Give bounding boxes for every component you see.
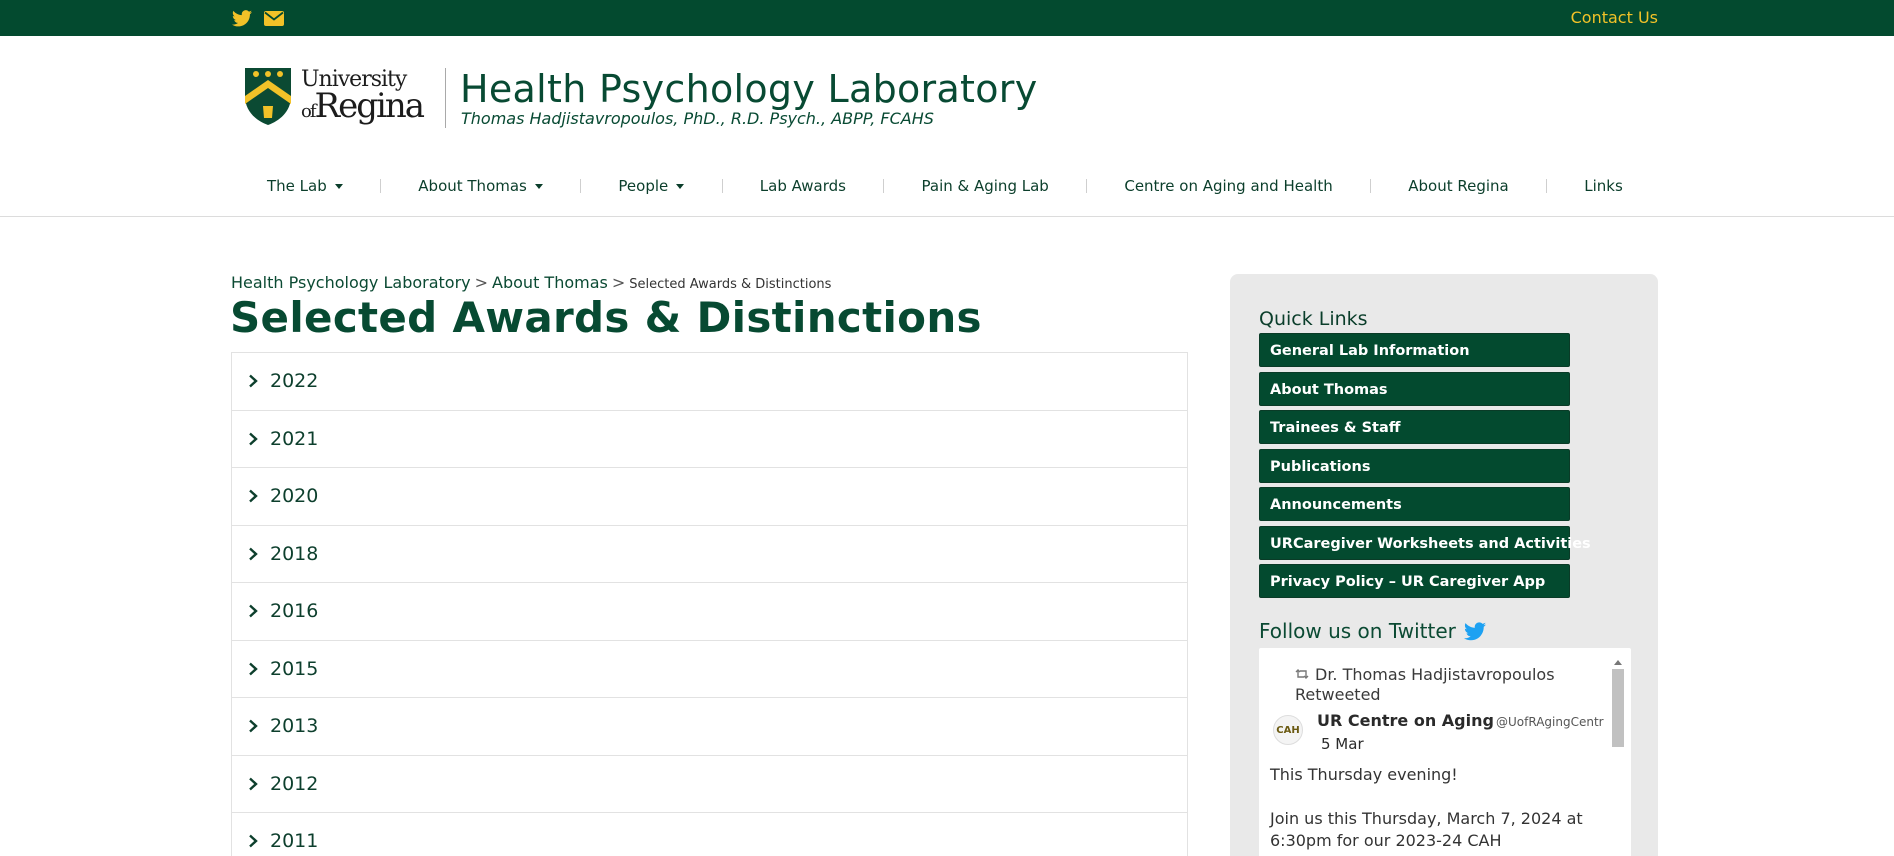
breadcrumb-separator: > (474, 273, 489, 292)
accordion-year-label: 2021 (270, 427, 319, 450)
nav-separator (1546, 179, 1547, 193)
header-border (0, 216, 1894, 217)
tweet-text-line: Join us this Thursday, March 7, 2024 at … (1270, 809, 1583, 850)
awards-accordion: 2022 2021 2020 2018 2016 2015 2013 2012 2011 (231, 352, 1188, 856)
twitter-heading: Follow us on Twitter (1259, 619, 1486, 643)
chevron-right-icon (246, 489, 260, 503)
tweet-text-line: This Thursday evening! (1270, 765, 1458, 784)
university-logo[interactable]: University ofRegina (243, 66, 425, 126)
twitter-timeline-widget[interactable]: Dr. Thomas Hadjistavropoulos Retweeted C… (1259, 648, 1631, 856)
quick-link-button[interactable]: Privacy Policy – UR Caregiver App (1259, 564, 1570, 598)
quick-link-button[interactable]: About Thomas (1259, 371, 1570, 406)
accordion-year-label: 2018 (270, 542, 319, 565)
main-nav: The Lab About Thomas People Lab Awards P… (231, 166, 1659, 206)
tweet-text: This Thursday evening! Join us this Thur… (1270, 764, 1610, 852)
accordion-year-label: 2012 (270, 772, 319, 795)
breadcrumb-separator: > (611, 273, 626, 292)
nav-item-pain-aging-lab[interactable]: Pain & Aging Lab (922, 177, 1049, 195)
accordion-year-label: 2015 (270, 657, 319, 680)
scroll-up-icon[interactable] (1614, 660, 1622, 665)
accordion-year-label: 2016 (270, 600, 319, 623)
tweet-author-handle[interactable]: @UofRAgingCentr (1496, 715, 1604, 729)
nav-item-lab-awards[interactable]: Lab Awards (760, 177, 846, 195)
social-icons (231, 7, 285, 29)
site-subtitle: Thomas Hadjistavropoulos, PhD., R.D. Psy… (461, 109, 934, 128)
retweeted-by-text: Dr. Thomas Hadjistavropoulos Retweeted (1295, 665, 1555, 704)
crest-icon (245, 68, 291, 125)
accordion-year-label: 2013 (270, 715, 319, 738)
header-divider (445, 68, 446, 128)
breadcrumb: Health Psychology Laboratory > About Thoma… (231, 273, 831, 292)
quick-link-button[interactable]: Announcements (1259, 487, 1570, 521)
chevron-right-icon (246, 604, 260, 618)
retweet-icon (1295, 665, 1309, 685)
top-bar: Contact Us (0, 0, 1894, 36)
accordion-item-2020[interactable]: 2020 (232, 468, 1187, 526)
caret-down-icon (534, 183, 543, 189)
twitter-bird-icon (1463, 621, 1486, 640)
chevron-right-icon (246, 719, 260, 733)
site-title[interactable]: Health Psychology Laboratory (460, 67, 1038, 111)
nav-separator (1086, 179, 1088, 193)
widget-scrollbar[interactable] (1611, 656, 1625, 856)
nav-item-centre-on-aging[interactable]: Centre on Aging and Health (1124, 177, 1332, 195)
nav-separator (883, 179, 885, 193)
chevron-right-icon (246, 374, 260, 388)
accordion-item-2021[interactable]: 2021 (232, 411, 1187, 468)
accordion-item-2018[interactable]: 2018 (232, 526, 1187, 583)
accordion-item-2016[interactable]: 2016 (232, 583, 1187, 641)
sidebar: Quick Links General Lab Information About… (1230, 274, 1658, 856)
accordion-item-2022[interactable]: 2022 (232, 353, 1187, 411)
scrollbar-thumb[interactable] (1612, 669, 1624, 747)
caret-down-icon (334, 183, 343, 189)
accordion-item-2013[interactable]: 2013 (232, 698, 1187, 756)
retweet-header: Dr. Thomas Hadjistavropoulos Retweeted (1295, 665, 1585, 705)
quick-links-list: General Lab Information About Thomas Train… (1259, 333, 1591, 603)
chevron-right-icon (246, 777, 260, 791)
logo-regina-text: ofRegina (301, 86, 425, 126)
nav-item-about-thomas[interactable]: About Thomas (418, 177, 543, 195)
page-title: Selected Awards & Distinctions (230, 293, 982, 342)
tweet-author-name[interactable]: UR Centre on Aging (1317, 711, 1494, 730)
logo-wordmark: University ofRegina (301, 69, 425, 126)
nav-item-the-lab[interactable]: The Lab (267, 177, 343, 195)
chevron-right-icon (246, 662, 260, 676)
twitter-heading-text: Follow us on Twitter (1259, 619, 1456, 643)
accordion-year-label: 2011 (270, 830, 319, 853)
contact-us-link[interactable]: Contact Us (1571, 8, 1658, 27)
accordion-item-2012[interactable]: 2012 (232, 756, 1187, 813)
chevron-right-icon (246, 547, 260, 561)
breadcrumb-current: Selected Awards & Distinctions (629, 277, 832, 292)
avatar[interactable]: CAH (1273, 715, 1303, 745)
chevron-right-icon (246, 834, 260, 848)
accordion-year-label: 2022 (270, 370, 319, 393)
nav-separator (580, 179, 582, 193)
twitter-icon[interactable] (231, 7, 253, 29)
quick-link-button[interactable]: URCaregiver Worksheets and Activities (1259, 525, 1591, 560)
chevron-right-icon (246, 432, 260, 446)
quick-links-title: Quick Links (1259, 308, 1368, 330)
breadcrumb-home-link[interactable]: Health Psychology Laboratory (231, 273, 471, 292)
nav-separator (721, 179, 723, 193)
accordion-item-2011[interactable]: 2011 (232, 813, 1187, 856)
quick-link-button[interactable]: Trainees & Staff (1259, 410, 1570, 444)
nav-item-people[interactable]: People (618, 177, 685, 195)
breadcrumb-parent-link[interactable]: About Thomas (492, 273, 608, 292)
nav-separator (380, 179, 382, 193)
envelope-icon[interactable] (263, 7, 285, 29)
quick-link-button[interactable]: General Lab Information (1259, 333, 1570, 367)
quick-link-button[interactable]: Publications (1259, 448, 1570, 483)
caret-down-icon (676, 183, 685, 189)
nav-item-about-regina[interactable]: About Regina (1408, 177, 1508, 195)
nav-item-links[interactable]: Links (1584, 177, 1623, 195)
tweet-date[interactable]: 5 Mar (1321, 735, 1364, 753)
nav-separator (1369, 179, 1371, 193)
accordion-item-2015[interactable]: 2015 (232, 641, 1187, 698)
accordion-year-label: 2020 (270, 485, 319, 508)
